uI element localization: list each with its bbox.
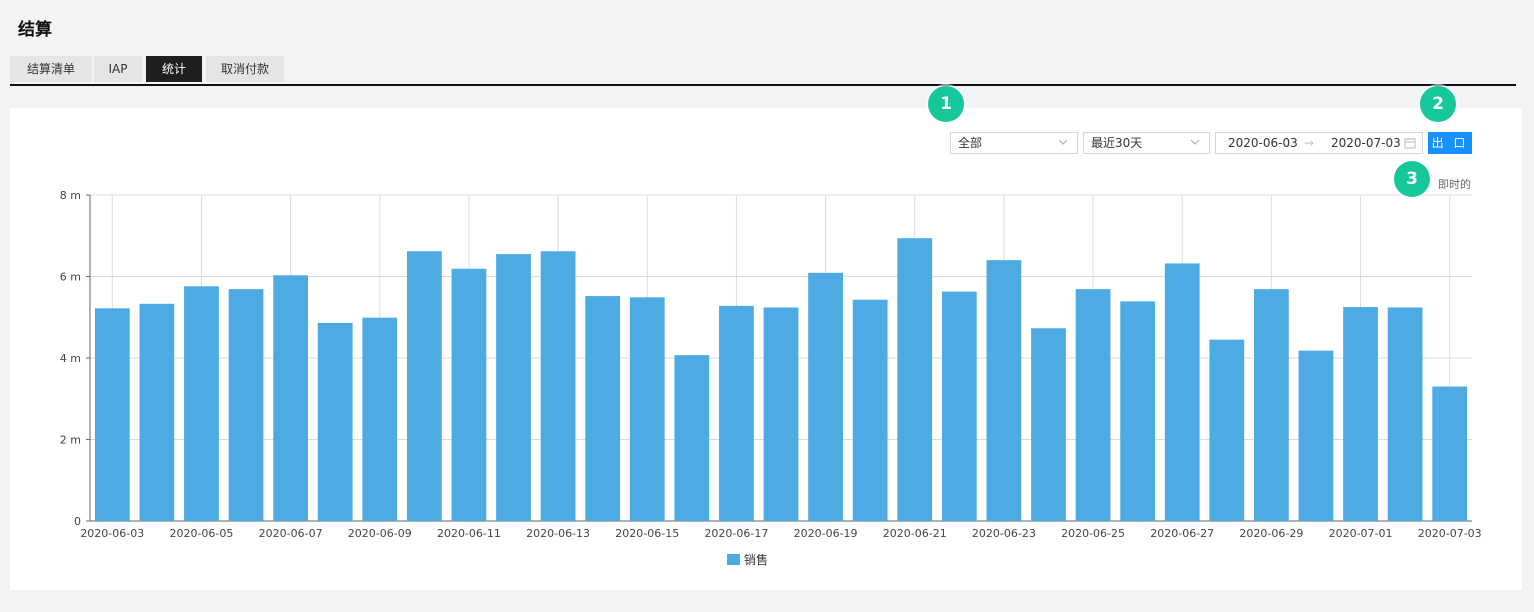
legend-swatch bbox=[727, 554, 740, 565]
bar bbox=[540, 251, 576, 522]
x-tick-label: 2020-06-15 bbox=[615, 527, 679, 540]
bar bbox=[1120, 301, 1156, 521]
chart-card: 全部 最近30天 2020-06-03 → 2020-07-03 出 口 即时的… bbox=[10, 108, 1522, 590]
x-tick-label: 2020-06-21 bbox=[883, 527, 947, 540]
bar bbox=[763, 307, 799, 521]
bar bbox=[897, 238, 933, 521]
x-tick-label: 2020-06-13 bbox=[526, 527, 590, 540]
bar bbox=[674, 355, 710, 521]
x-tick-label: 2020-06-11 bbox=[437, 527, 501, 540]
x-tick-label: 2020-06-19 bbox=[794, 527, 858, 540]
callout-badge-3: 3 bbox=[1394, 161, 1430, 197]
bar bbox=[451, 268, 487, 521]
x-tick-label: 2020-06-23 bbox=[972, 527, 1036, 540]
bar bbox=[362, 317, 398, 521]
callout-badge-1: 1 bbox=[928, 86, 964, 122]
x-tick-label: 2020-06-03 bbox=[80, 527, 144, 540]
y-tick-label: 2 m bbox=[60, 434, 81, 447]
bar bbox=[941, 291, 977, 521]
tab-bar: 结算清单 IAP 统计 取消付款 bbox=[10, 56, 1516, 86]
bar bbox=[228, 289, 264, 521]
bar bbox=[1432, 386, 1468, 521]
bar bbox=[406, 251, 442, 522]
x-tick-label: 2020-07-03 bbox=[1418, 527, 1482, 540]
x-tick-label: 2020-06-09 bbox=[348, 527, 412, 540]
bar bbox=[1387, 307, 1423, 521]
x-tick-label: 2020-07-01 bbox=[1329, 527, 1393, 540]
y-tick-label: 6 m bbox=[60, 271, 81, 284]
bar bbox=[184, 286, 219, 521]
x-tick-label: 2020-06-29 bbox=[1239, 527, 1303, 540]
legend-label: 销售 bbox=[744, 552, 768, 567]
x-tick-label: 2020-06-25 bbox=[1061, 527, 1125, 540]
bar bbox=[986, 260, 1022, 521]
bar bbox=[852, 299, 888, 521]
page-title: 结算 bbox=[18, 20, 52, 40]
bar bbox=[273, 275, 308, 521]
bar bbox=[139, 303, 175, 521]
bar bbox=[1075, 289, 1111, 521]
sales-bar-chart: 02 m4 m6 m8 m2020-06-03 2020-06-05 2020-06… bbox=[60, 189, 1482, 567]
x-tick-label: 2020-06-27 bbox=[1150, 527, 1214, 540]
bar bbox=[1298, 350, 1334, 521]
bar bbox=[585, 296, 621, 521]
bar bbox=[629, 297, 665, 521]
x-tick-label: 2020-06-17 bbox=[704, 527, 768, 540]
tab-statistics[interactable]: 统计 bbox=[146, 56, 202, 82]
bar bbox=[808, 272, 843, 521]
x-tick-label: 2020-06-05 bbox=[169, 527, 233, 540]
bar bbox=[719, 305, 754, 521]
bar bbox=[1343, 307, 1378, 521]
tab-settlement-list[interactable]: 结算清单 bbox=[10, 56, 92, 82]
callout-badge-2: 2 bbox=[1420, 86, 1456, 122]
tab-iap[interactable]: IAP bbox=[94, 56, 142, 82]
y-tick-label: 8 m bbox=[60, 189, 81, 202]
bar bbox=[496, 254, 531, 521]
bar bbox=[1254, 289, 1289, 521]
bar bbox=[317, 322, 353, 521]
bar bbox=[1209, 339, 1245, 521]
bar bbox=[1031, 328, 1066, 521]
x-tick-label: 2020-06-07 bbox=[259, 527, 323, 540]
bar bbox=[1164, 263, 1200, 521]
tab-cancel-payment[interactable]: 取消付款 bbox=[206, 56, 284, 82]
bar bbox=[94, 308, 130, 521]
y-tick-label: 4 m bbox=[60, 352, 81, 365]
